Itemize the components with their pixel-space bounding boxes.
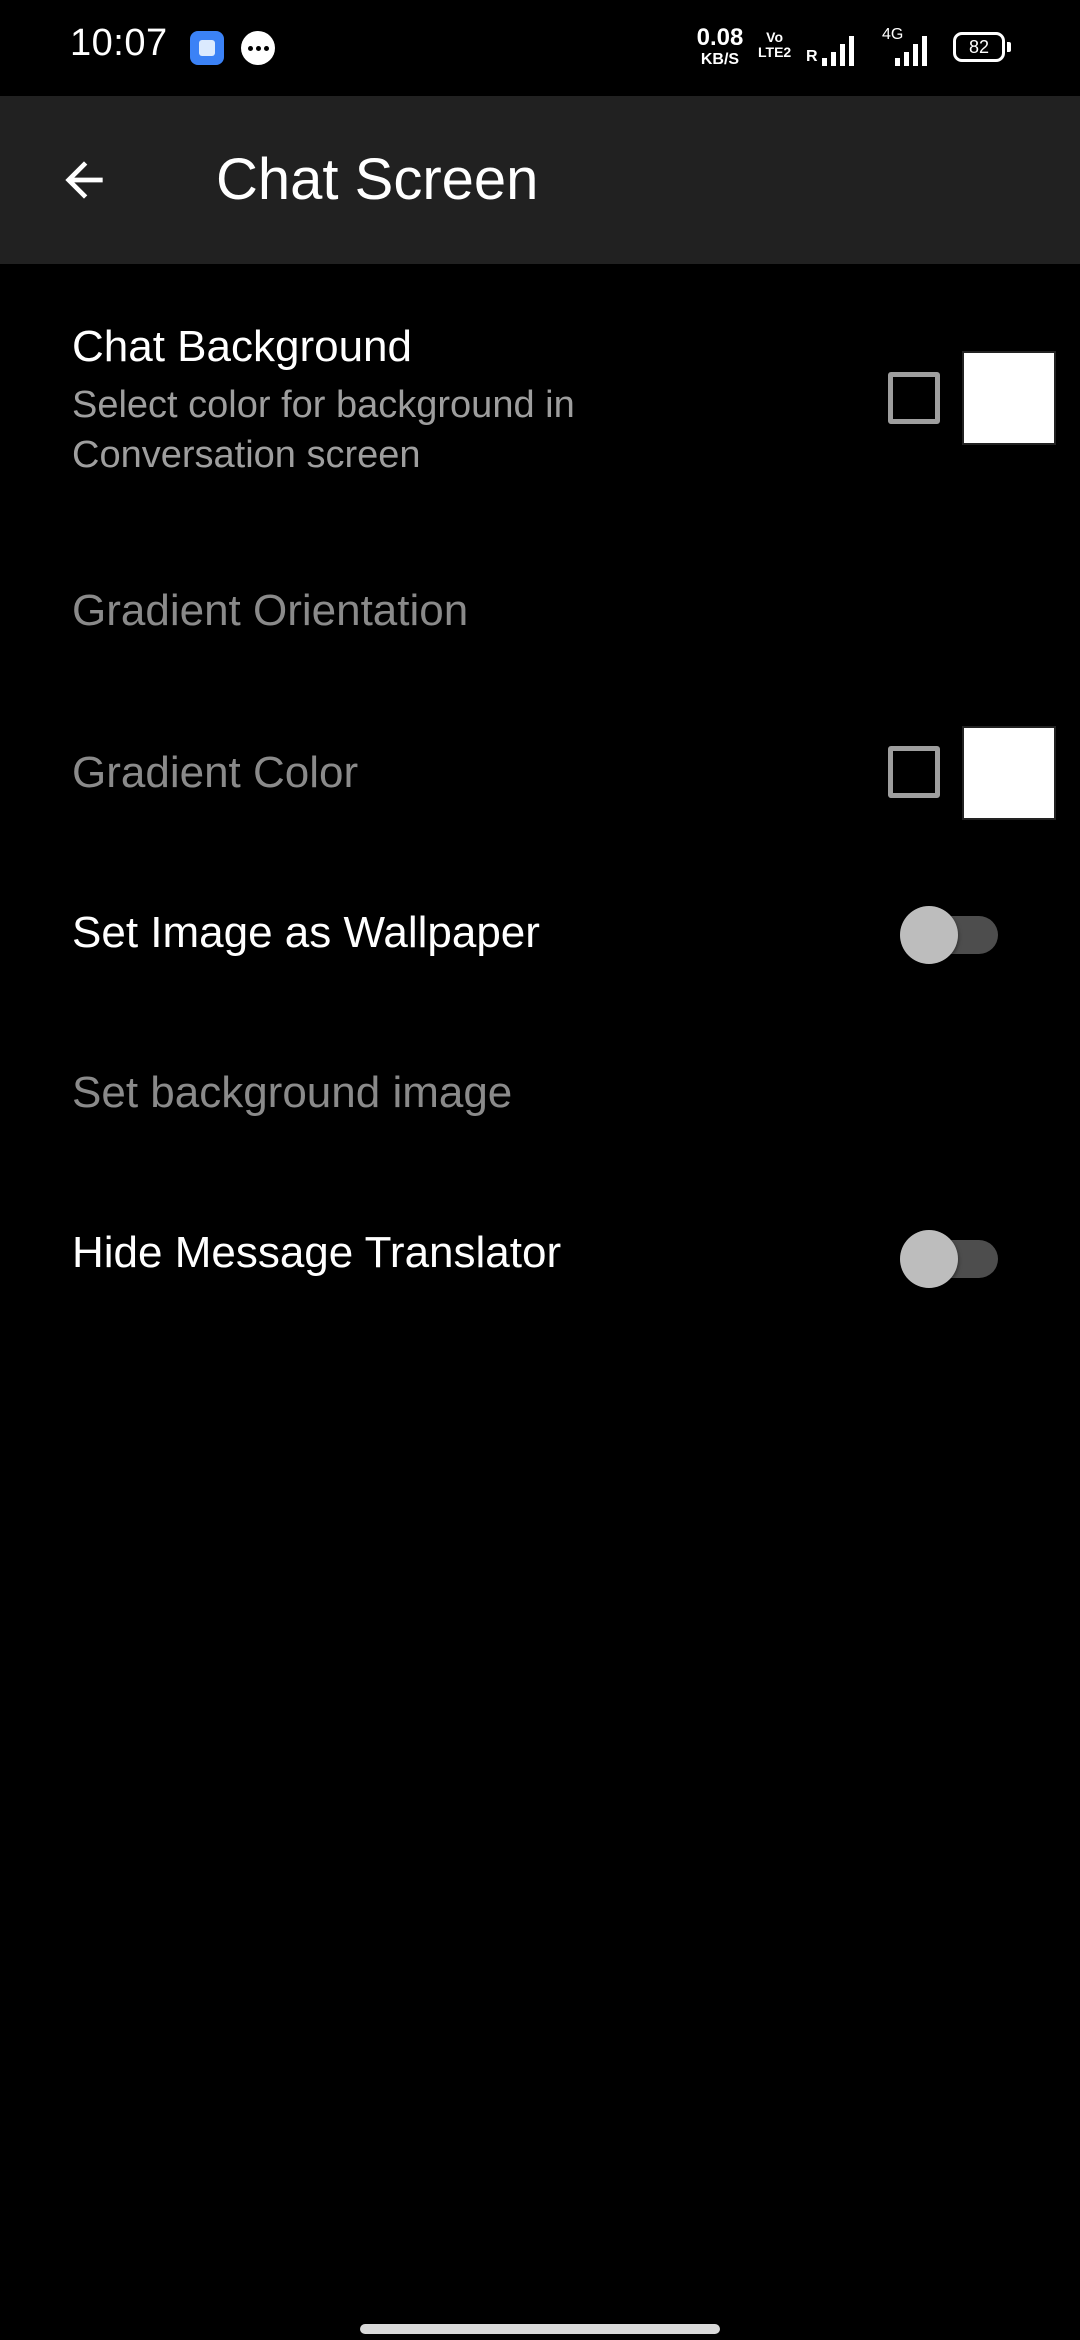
network-speed-unit: KB/S: [700, 51, 740, 68]
app-notification-icon: [190, 31, 224, 65]
signal-strength-icon-2: [895, 30, 927, 66]
setting-title: Set Image as Wallpaper: [72, 908, 540, 957]
setting-set-background-image: Set background image: [0, 1040, 1080, 1150]
setting-title: Chat Background: [72, 322, 412, 371]
gradient-color-checkbox: [888, 746, 940, 798]
roaming-indicator: R: [806, 48, 818, 65]
chat-screen-settings: 10:07 0.08 KB/S Vo LTE2 R 4G 82 Chat Scr…: [0, 0, 1080, 2340]
volte-bottom: LTE2: [758, 43, 792, 60]
chat-background-checkbox[interactable]: [888, 372, 940, 424]
back-button[interactable]: [44, 140, 124, 220]
chat-notification-icon: [241, 31, 275, 65]
battery-icon: 82: [953, 32, 1011, 62]
arrow-left-icon: [65, 161, 103, 199]
network-speed: 0.08 KB/S: [690, 26, 750, 68]
page-title: Chat Screen: [216, 147, 539, 212]
signal-strength-icon: [822, 30, 854, 66]
hide-message-translator-switch[interactable]: [900, 1224, 1000, 1288]
app-bar: Chat Screen: [0, 96, 1080, 264]
setting-title: Hide Message Translator: [72, 1228, 562, 1277]
switch-thumb: [900, 1230, 958, 1288]
setting-title: Gradient Orientation: [72, 586, 469, 635]
setting-title: Gradient Color: [72, 748, 359, 797]
switch-thumb: [900, 906, 958, 964]
set-image-as-wallpaper-switch[interactable]: [900, 900, 1000, 964]
setting-gradient-color: Gradient Color: [0, 720, 1080, 830]
home-indicator[interactable]: [360, 2324, 720, 2334]
setting-summary: Select color for background in Conversat…: [72, 384, 575, 476]
network-speed-value: 0.08: [696, 24, 744, 51]
setting-title: Set background image: [72, 1068, 513, 1117]
setting-hide-message-translator[interactable]: Hide Message Translator: [0, 1200, 1080, 1310]
chat-background-color-swatch[interactable]: [962, 351, 1056, 445]
status-time: 10:07: [70, 22, 168, 64]
status-bar: 10:07 0.08 KB/S Vo LTE2 R 4G 82: [0, 0, 1080, 96]
volte-top: Vo: [766, 29, 784, 45]
volte-icon: Vo LTE2: [758, 30, 791, 59]
setting-chat-background[interactable]: Chat Background Select color for backgro…: [0, 300, 1080, 500]
gradient-color-swatch: [962, 726, 1056, 820]
setting-gradient-orientation: Gradient Orientation: [0, 560, 1080, 670]
setting-set-image-as-wallpaper[interactable]: Set Image as Wallpaper: [0, 880, 1080, 990]
